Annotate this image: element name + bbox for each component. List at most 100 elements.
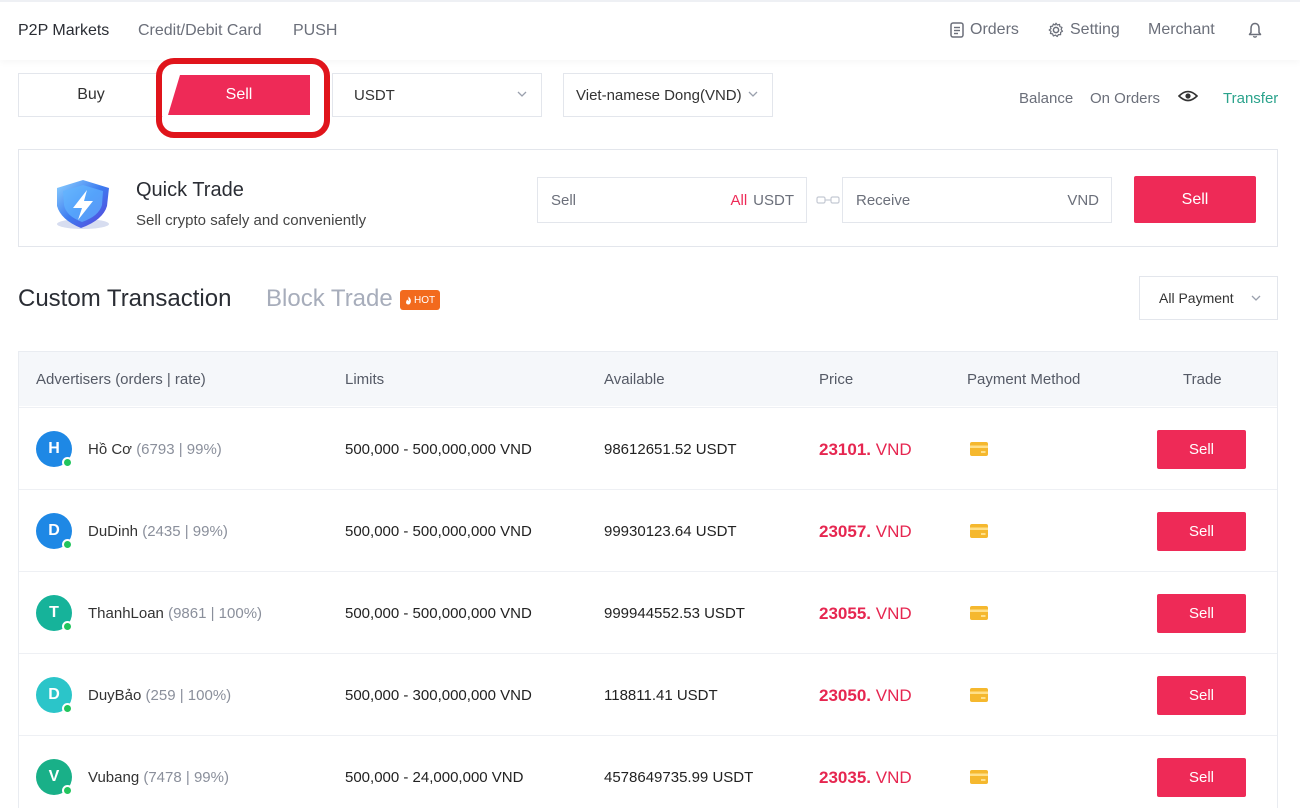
limits-cell: 500,000 - 500,000,000 VND [345,441,532,458]
header-available: Available [604,371,665,388]
price-cell: 23057. VND [819,522,912,542]
quick-sell-suffix: All USDT [730,192,794,209]
advertiser-name[interactable]: Hồ Cơ (6793 | 99%) [88,441,222,458]
online-status-dot [62,703,73,714]
limits-cell: 500,000 - 500,000,000 VND [345,605,532,622]
shield-lightning-icon [57,180,109,229]
quick-sell-currency: USDT [753,192,794,209]
fiat-select[interactable]: Viet-namese Dong(VND) [563,73,773,117]
available-cell: 118811.41 USDT [604,687,718,704]
price-value: 23035. [819,768,871,787]
tab-push[interactable]: PUSH [293,22,337,40]
gear-icon [1048,22,1064,38]
setting-label: Setting [1070,21,1120,38]
setting-link[interactable]: Setting [1048,21,1120,39]
advertiser-name[interactable]: DuyBảo (259 | 100%) [88,687,231,704]
payment-filter-value: All Payment [1159,290,1234,306]
price-value: 23101. [819,440,871,459]
limits-cell: 500,000 - 24,000,000 VND [345,769,524,786]
avatar-initial: T [49,604,59,621]
row-sell-button[interactable]: Sell [1157,758,1246,797]
price-currency: VND [875,686,912,705]
fiat-select-value: Viet-namese Dong(VND) [576,86,742,104]
header-payment-method: Payment Method [967,371,1081,388]
table-row: D DuyBảo (259 | 100%) 500,000 - 300,000,… [19,653,1277,735]
quick-sell-placeholder: Sell [551,192,577,209]
coin-select[interactable]: USDT [332,73,542,117]
top-navigation: P2P Markets Credit/Debit Card PUSH Order… [0,0,1300,60]
tab-credit-debit-card[interactable]: Credit/Debit Card [138,22,262,40]
online-status-dot [62,457,73,468]
hot-badge: HOT [400,290,441,310]
advertiser-name-text: ThanhLoan [88,605,164,622]
limits-cell: 500,000 - 500,000,000 VND [345,523,532,540]
available-cell: 999944552.53 USDT [604,605,745,622]
avatar-initial: V [48,768,60,785]
quick-sell-button[interactable]: Sell [1134,176,1256,223]
advertiser-stats: (2435 | 99%) [142,523,228,540]
price-currency: VND [875,604,912,623]
available-cell: 4578649735.99 USDT [604,769,754,786]
advertiser-name[interactable]: Vubang (7478 | 99%) [88,769,229,786]
table-row: H Hồ Cơ (6793 | 99%) 500,000 - 500,000,0… [19,407,1277,489]
online-status-dot [62,621,73,632]
price-value: 23050. [819,686,871,705]
advertiser-name[interactable]: ThanhLoan (9861 | 100%) [88,605,262,622]
chevron-down-icon [517,91,527,97]
transfer-link[interactable]: Transfer [1223,90,1278,107]
notifications-button[interactable] [1247,22,1263,39]
payment-filter-select[interactable]: All Payment [1139,276,1278,320]
online-status-dot [62,539,73,550]
sell-all-button[interactable]: All [730,192,747,209]
row-sell-button[interactable]: Sell [1157,676,1246,715]
price-value: 23055. [819,604,871,623]
bank-card-icon [970,770,988,784]
quick-trade-title: Quick Trade [136,179,244,201]
advertiser-stats: (7478 | 99%) [143,769,229,786]
chevron-down-icon [748,91,758,97]
available-cell: 98612651.52 USDT [604,441,737,458]
price-currency: VND [875,522,912,541]
row-sell-button[interactable]: Sell [1157,594,1246,633]
coin-select-value: USDT [354,86,395,104]
advertiser-name-text: DuDinh [88,523,139,540]
orders-label: Orders [970,21,1019,38]
advertiser-stats: (9861 | 100%) [168,605,263,622]
on-orders-label: On Orders [1090,90,1161,107]
buy-tab[interactable]: Buy [18,73,163,117]
flame-icon [406,296,411,304]
price-cell: 23035. VND [819,768,912,788]
row-sell-button[interactable]: Sell [1157,512,1246,551]
table-row: T ThanhLoan (9861 | 100%) 500,000 - 500,… [19,571,1277,653]
eye-icon[interactable] [1178,89,1198,103]
header-advertisers: Advertisers (orders | rate) [36,371,206,388]
available-cell: 99930123.64 USDT [604,523,737,540]
orders-icon [950,22,964,38]
avatar-initial: H [48,440,60,457]
quick-sell-input[interactable]: Sell All USDT [537,177,807,223]
advertiser-stats: (6793 | 99%) [136,441,222,458]
avatar-initial: D [48,522,60,539]
merchant-link[interactable]: Merchant [1148,21,1215,39]
tab-p2p-markets[interactable]: P2P Markets [18,22,109,40]
advertiser-name[interactable]: DuDinh (2435 | 99%) [88,523,228,540]
table-row: D DuDinh (2435 | 99%) 500,000 - 500,000,… [19,489,1277,571]
advertiser-stats: (259 | 100%) [145,687,232,704]
header-trade: Trade [1183,371,1222,388]
sell-tab[interactable]: Sell [168,75,310,115]
bank-card-icon [970,606,988,620]
price-cell: 23055. VND [819,604,912,624]
table-row: V Vubang (7478 | 99%) 500,000 - 24,000,0… [19,735,1277,808]
hot-badge-label: HOT [414,294,436,306]
quick-receive-currency: VND [1067,192,1099,209]
orders-link[interactable]: Orders [950,21,1019,39]
chevron-down-icon [1251,295,1261,301]
row-sell-button[interactable]: Sell [1157,430,1246,469]
advertiser-name-text: DuyBảo [88,687,142,704]
advertisers-table: Advertisers (orders | rate) Limits Avail… [18,351,1278,808]
quick-receive-input[interactable]: Receive VND [842,177,1112,223]
bank-card-icon [970,524,988,538]
tab-block-trade[interactable]: Block Trade [266,285,393,313]
price-currency: VND [875,440,912,459]
tab-custom-transaction[interactable]: Custom Transaction [18,285,231,313]
